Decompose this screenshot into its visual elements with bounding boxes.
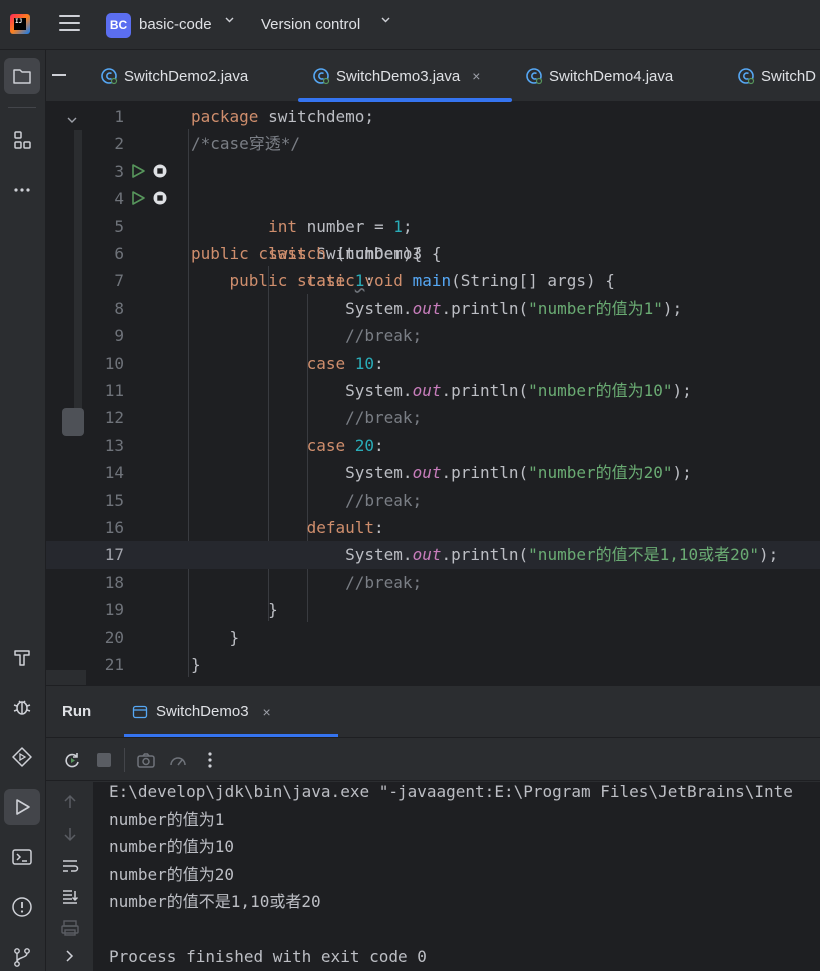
run-tool-window: Run SwitchDemo3 × E:\develop\jdk\bin\jav… [46,685,820,971]
stripe-divider [8,107,36,108]
code-line: 18 //break; [104,572,423,592]
run-header: Run SwitchDemo3 × [46,686,820,737]
code-line: 3 public class SwitchDemo3 { [114,161,442,264]
logo-text: IJ [15,18,23,25]
code-line-current: 17 System.out.println("number的值不是1,10或者2… [46,541,820,569]
tab-switchdemo-truncated[interactable]: SwitchD [737,50,816,102]
code-line: 1 package switchdemo; [114,107,375,126]
console-output[interactable]: E:\develop\jdk\bin\java.exe "-javaagent:… [94,782,820,971]
console-side-toolbar [46,782,94,971]
code-line: 7 case 1: [114,271,375,291]
project-folder-icon[interactable] [4,58,40,94]
tab-label: SwitchD [761,67,817,85]
code-line: 2/*case穿透*/ [114,134,301,154]
console-line: Process finished with exit code 0 [109,947,427,966]
code-line: 11 System.out.println("number的值为10"); [104,381,692,400]
code-line: 5 int number = 1; [114,216,413,236]
code-line: 19 } [104,600,278,620]
scroll-to-end-icon[interactable] [60,886,80,906]
terminal-icon[interactable] [4,839,40,875]
console-line: E:\develop\jdk\bin\java.exe "-javaagent:… [109,782,793,801]
more-icon[interactable] [4,172,40,208]
console-line: number的值为10 [109,837,235,856]
version-control-menu[interactable]: Version control [261,16,360,33]
project-name[interactable]: basic-code [139,16,212,33]
editor-tab-bar: SwitchDemo2.java SwitchDemo3.java × Swit… [46,50,820,102]
code-line: 20 } [104,627,240,647]
run-config-tab[interactable]: SwitchDemo3 × [124,686,338,737]
code-editor[interactable]: 1 package switchdemo; 2/*case穿透*/ 3 publi… [46,102,820,685]
tab-switchdemo3[interactable]: SwitchDemo3.java × [298,50,512,102]
code-line: 9 //break; [114,326,423,346]
chevron-right-icon[interactable] [60,946,80,966]
run-gutter-icon[interactable] [130,190,146,206]
console-line: number的值不是1,10或者20 [109,892,321,911]
run-icon[interactable] [4,789,40,825]
tab-label: SwitchDemo2.java [124,67,249,85]
java-class-icon [738,68,755,85]
code-line: 15 //break; [104,490,423,510]
tool-window-stripe [0,50,46,971]
debug-bug-icon[interactable] [4,689,40,725]
tab-switchdemo4[interactable]: SwitchDemo4.java [525,50,673,102]
run-config-icon [132,705,148,718]
rerun-icon[interactable] [62,750,82,770]
code-line: 16 default: [104,518,384,537]
code-line: 14 System.out.println("number的值为20"); [104,463,692,483]
structure-icon[interactable] [4,122,40,158]
chevron-down-icon[interactable] [224,14,235,28]
console-line: number的值为1 [109,809,225,829]
run-tab-label: SwitchDemo3 [156,703,249,720]
close-run-tab-icon[interactable]: × [263,704,271,720]
tab-label: SwitchDemo4.java [549,67,674,85]
arrow-up-icon[interactable] [60,792,80,812]
services-icon[interactable] [4,739,40,775]
code-line: 6 switch (number){ [114,244,423,263]
code-line: 10 case 10: [104,353,384,373]
java-class-icon [101,68,118,85]
intellij-logo-icon[interactable]: IJ [10,14,30,34]
code-line: 4 public static void main(String[] args)… [114,189,615,291]
toolbar-divider [124,748,125,772]
project-badge[interactable]: BC [106,13,131,38]
console-line: number的值为20 [109,864,235,884]
title-bar: IJ BC basic-code Version control [0,0,820,50]
java-class-icon [313,68,330,85]
run-gutter-icon[interactable] [130,163,146,179]
code-line: 12 //break; [104,408,423,428]
arrow-down-icon[interactable] [60,824,80,844]
run-title: Run [62,703,92,720]
tab-label: SwitchDemo3.java [336,67,461,85]
soft-wrap-icon[interactable] [60,856,80,876]
camera-icon[interactable] [136,750,156,770]
code-line: 8 System.out.println("number的值为1"); [114,298,683,318]
problems-icon[interactable] [4,889,40,925]
breakpoint-icon[interactable] [152,190,168,206]
code-line: 21} [104,655,201,674]
print-icon[interactable] [60,918,80,938]
tab-switchdemo2[interactable]: SwitchDemo2.java [100,50,248,102]
stop-icon[interactable] [94,750,114,770]
main-menu-icon[interactable] [59,15,80,33]
code-line: 13 case 20: [104,435,384,455]
breakpoint-icon[interactable] [152,163,168,179]
profiler-icon[interactable] [168,750,188,770]
build-hammer-icon[interactable] [4,639,40,675]
git-icon[interactable] [4,939,40,971]
close-tab-icon[interactable]: × [472,68,480,84]
java-class-icon [526,68,543,85]
chevron-down-icon[interactable] [380,14,391,28]
collapse-icon[interactable] [52,74,66,76]
more-options-icon[interactable] [200,750,220,770]
run-toolbar [46,737,820,781]
